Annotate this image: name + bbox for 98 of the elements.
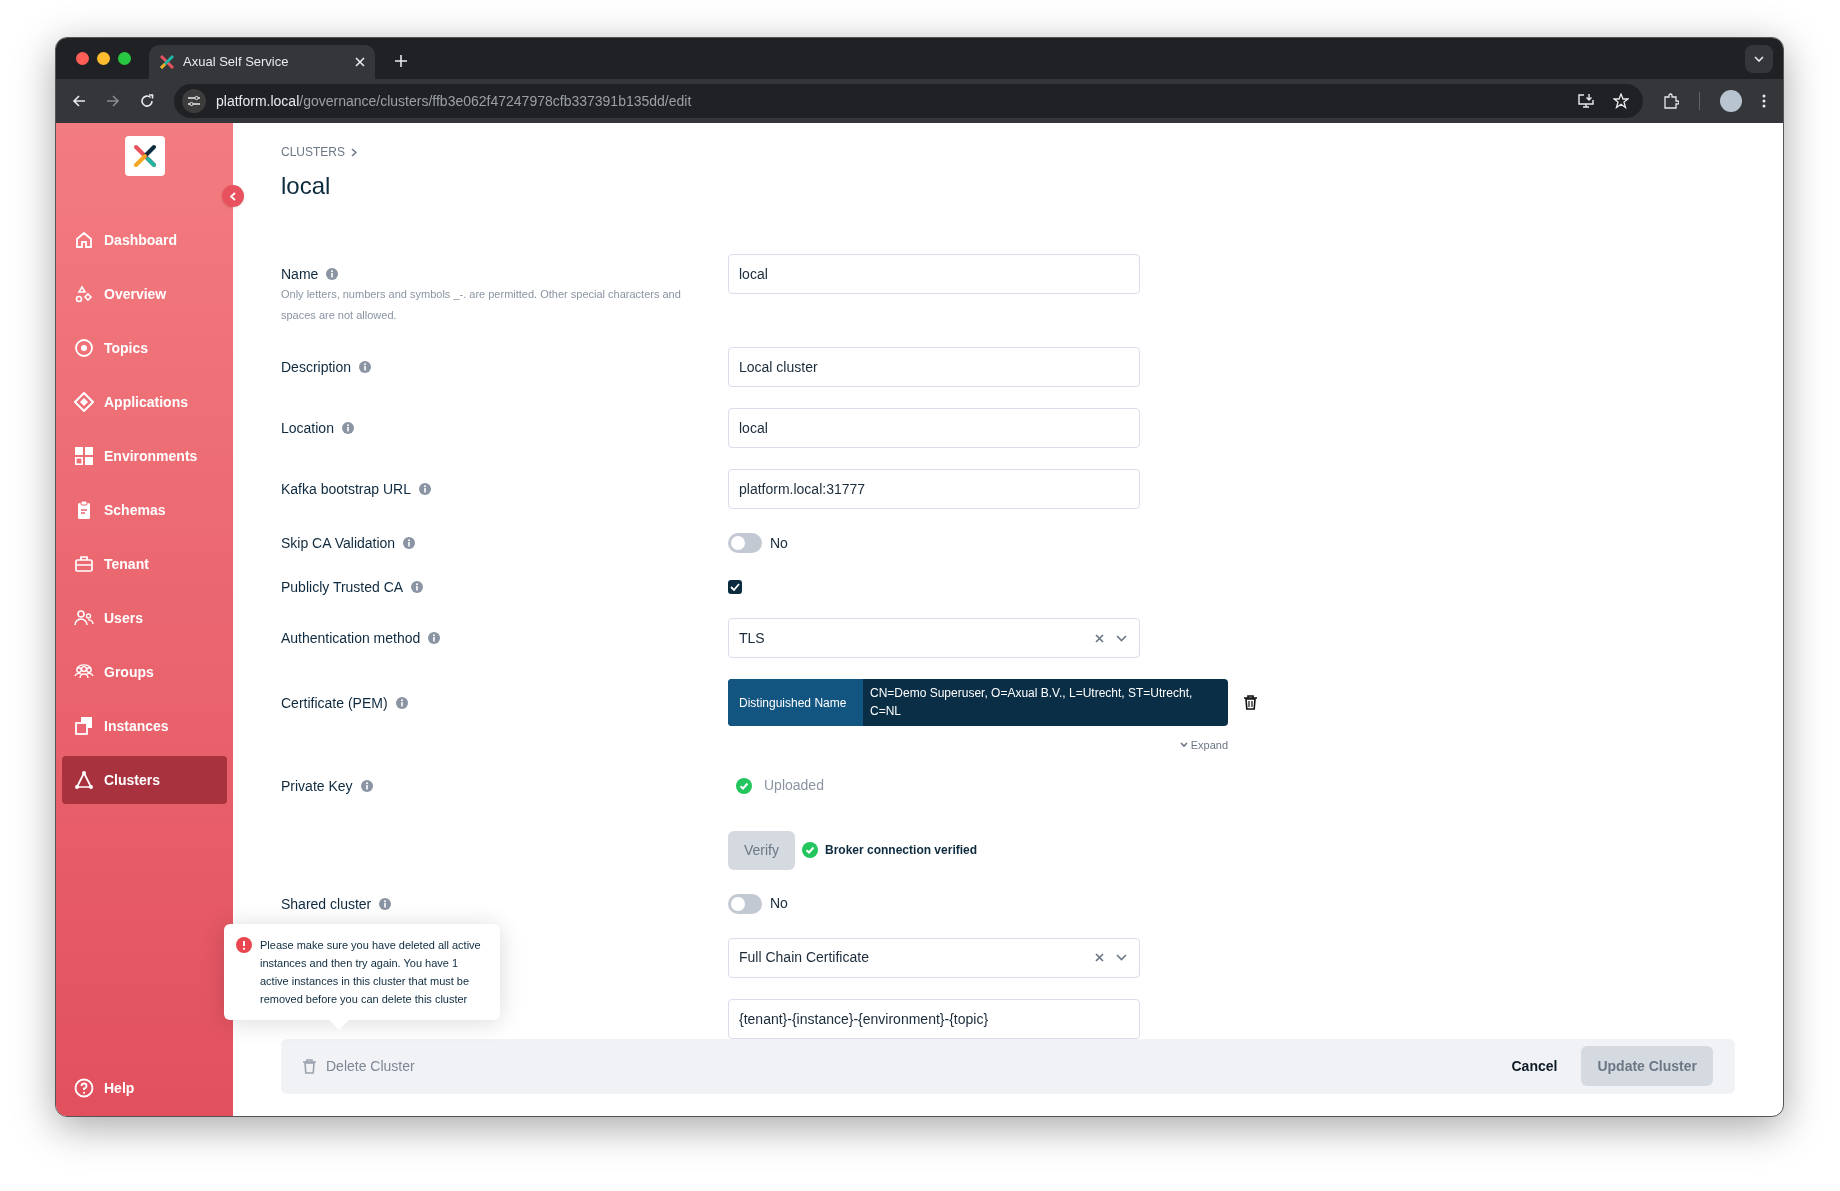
page-title: local (281, 171, 332, 201)
chevron-down-icon[interactable] (1116, 634, 1127, 642)
field-label: Kafka bootstrap URL (281, 480, 411, 499)
field-label: Skip CA Validation (281, 534, 396, 553)
reload-icon[interactable] (140, 94, 154, 108)
nav-icon (74, 446, 94, 466)
text-field[interactable]: platform.local:31777 (728, 469, 1140, 509)
info-icon[interactable] (379, 897, 392, 910)
certificate-key: Distinguished Name (728, 679, 863, 726)
field-hint: Only letters, numbers and symbols _-. are permitted. Other special characters and spaces are not allowed. (281, 287, 682, 323)
info-icon[interactable] (428, 632, 441, 644)
cancel-button[interactable]: Cancel (1511, 1055, 1558, 1077)
site-settings-icon[interactable] (182, 89, 206, 113)
minimize-window-button[interactable] (97, 52, 110, 65)
url-text: platform.local/governance/clusters/ffb3e062f47247978cfb337391b135dd/edit (216, 91, 693, 111)
field-label: Certificate (PEM) (281, 694, 388, 713)
info-icon[interactable] (403, 537, 416, 549)
error-icon (236, 937, 252, 953)
nav-icon (74, 554, 94, 574)
info-icon[interactable] (326, 268, 339, 280)
toggle-state: No (770, 533, 788, 553)
profile-avatar[interactable] (1720, 90, 1742, 112)
chevron-right-icon (351, 147, 357, 157)
new-tab-icon[interactable] (395, 55, 407, 67)
field-label: Description (281, 358, 352, 377)
info-icon[interactable] (359, 361, 372, 373)
address-bar[interactable]: platform.local/governance/clusters/ffb3e062f47247978cfb337391b135dd/edit (174, 84, 1643, 118)
chevron-down-icon[interactable] (1116, 954, 1127, 961)
nav-icon (74, 230, 94, 250)
nav-icon (74, 338, 94, 358)
toggle-switch[interactable] (728, 533, 762, 553)
clear-icon[interactable] (1095, 633, 1104, 643)
certificate-value: CN=Demo Superuser, O=Axual B.V., L=Utrecht, ST=Utrecht, C=NL (869, 685, 1194, 720)
close-icon[interactable] (355, 57, 365, 67)
close-window-button[interactable] (76, 52, 89, 65)
app-logo[interactable] (124, 136, 165, 176)
maximize-window-button[interactable] (118, 52, 131, 65)
sidebar-item[interactable]: Topics (62, 324, 227, 372)
expand-link[interactable]: Expand (1179, 737, 1228, 754)
check-circle-icon (736, 777, 752, 794)
star-icon[interactable] (1613, 93, 1629, 109)
tab-title: Axual Self Service (183, 53, 290, 72)
forward-icon[interactable] (106, 94, 120, 108)
nav-icon (74, 716, 94, 736)
verification-message: Broker connection verified (825, 842, 978, 859)
info-icon[interactable] (341, 422, 354, 434)
back-icon[interactable] (72, 94, 86, 108)
nav-icon (74, 284, 94, 304)
sidebar-item[interactable]: Schemas (62, 486, 227, 534)
info-icon[interactable] (395, 697, 408, 709)
upload-status: Uploaded (764, 776, 824, 795)
sidebar-item[interactable]: Environments (62, 432, 227, 480)
field-label: Private Key (281, 776, 353, 796)
browser-tab[interactable]: Axual Self Service (149, 45, 375, 79)
select-field[interactable]: TLS (728, 618, 1140, 658)
field-label: Shared cluster (281, 894, 372, 914)
help-link[interactable]: Help (62, 1068, 227, 1108)
info-icon[interactable] (360, 779, 373, 792)
sidebar-item[interactable]: Applications (62, 378, 227, 426)
check-circle-icon (802, 842, 818, 858)
text-field[interactable]: local (728, 254, 1140, 294)
logo-icon (159, 54, 175, 70)
collapse-sidebar-button[interactable] (222, 185, 244, 207)
sidebar-item[interactable]: Tenant (62, 540, 227, 588)
chevron-down-icon (1179, 742, 1188, 749)
info-icon[interactable] (418, 483, 431, 495)
select-field[interactable]: Full Chain Certificate (728, 937, 1140, 978)
text-field[interactable]: local (728, 408, 1140, 448)
toggle-switch[interactable] (728, 893, 762, 914)
tab-list-button[interactable] (1745, 45, 1773, 73)
trash-icon (303, 1058, 316, 1074)
text-field[interactable]: Local cluster (728, 347, 1140, 387)
extensions-icon[interactable] (1663, 93, 1679, 109)
install-icon[interactable] (1577, 93, 1595, 109)
menu-icon[interactable] (1762, 94, 1766, 108)
sidebar-item[interactable]: Users (62, 594, 227, 642)
clear-icon[interactable] (1095, 953, 1104, 962)
field-label: Name (281, 265, 319, 284)
field-label: Location (281, 419, 334, 438)
sidebar-item[interactable]: Dashboard (62, 216, 227, 264)
text-field[interactable]: {tenant}-{instance}-{environment}-{topic} (728, 998, 1140, 1039)
help-icon (74, 1078, 94, 1098)
sidebar-item[interactable]: Instances (62, 702, 227, 750)
info-icon[interactable] (411, 581, 424, 593)
toggle-state: No (770, 894, 788, 913)
field-label: Publicly Trusted CA (281, 578, 404, 597)
checkbox[interactable] (728, 580, 742, 594)
nav-icon (74, 770, 94, 790)
sidebar-item[interactable]: Clusters (62, 756, 227, 804)
nav-icon (74, 608, 94, 628)
sidebar-item[interactable]: Overview (62, 270, 227, 318)
chevron-down-icon (1754, 56, 1764, 62)
trash-icon[interactable] (1244, 695, 1257, 710)
chevron-left-icon (230, 191, 236, 201)
breadcrumb-link[interactable]: CLUSTERS (281, 143, 345, 161)
nav-icon (74, 392, 94, 412)
sidebar-item[interactable]: Groups (62, 648, 227, 696)
field-label: Authentication method (281, 629, 421, 648)
